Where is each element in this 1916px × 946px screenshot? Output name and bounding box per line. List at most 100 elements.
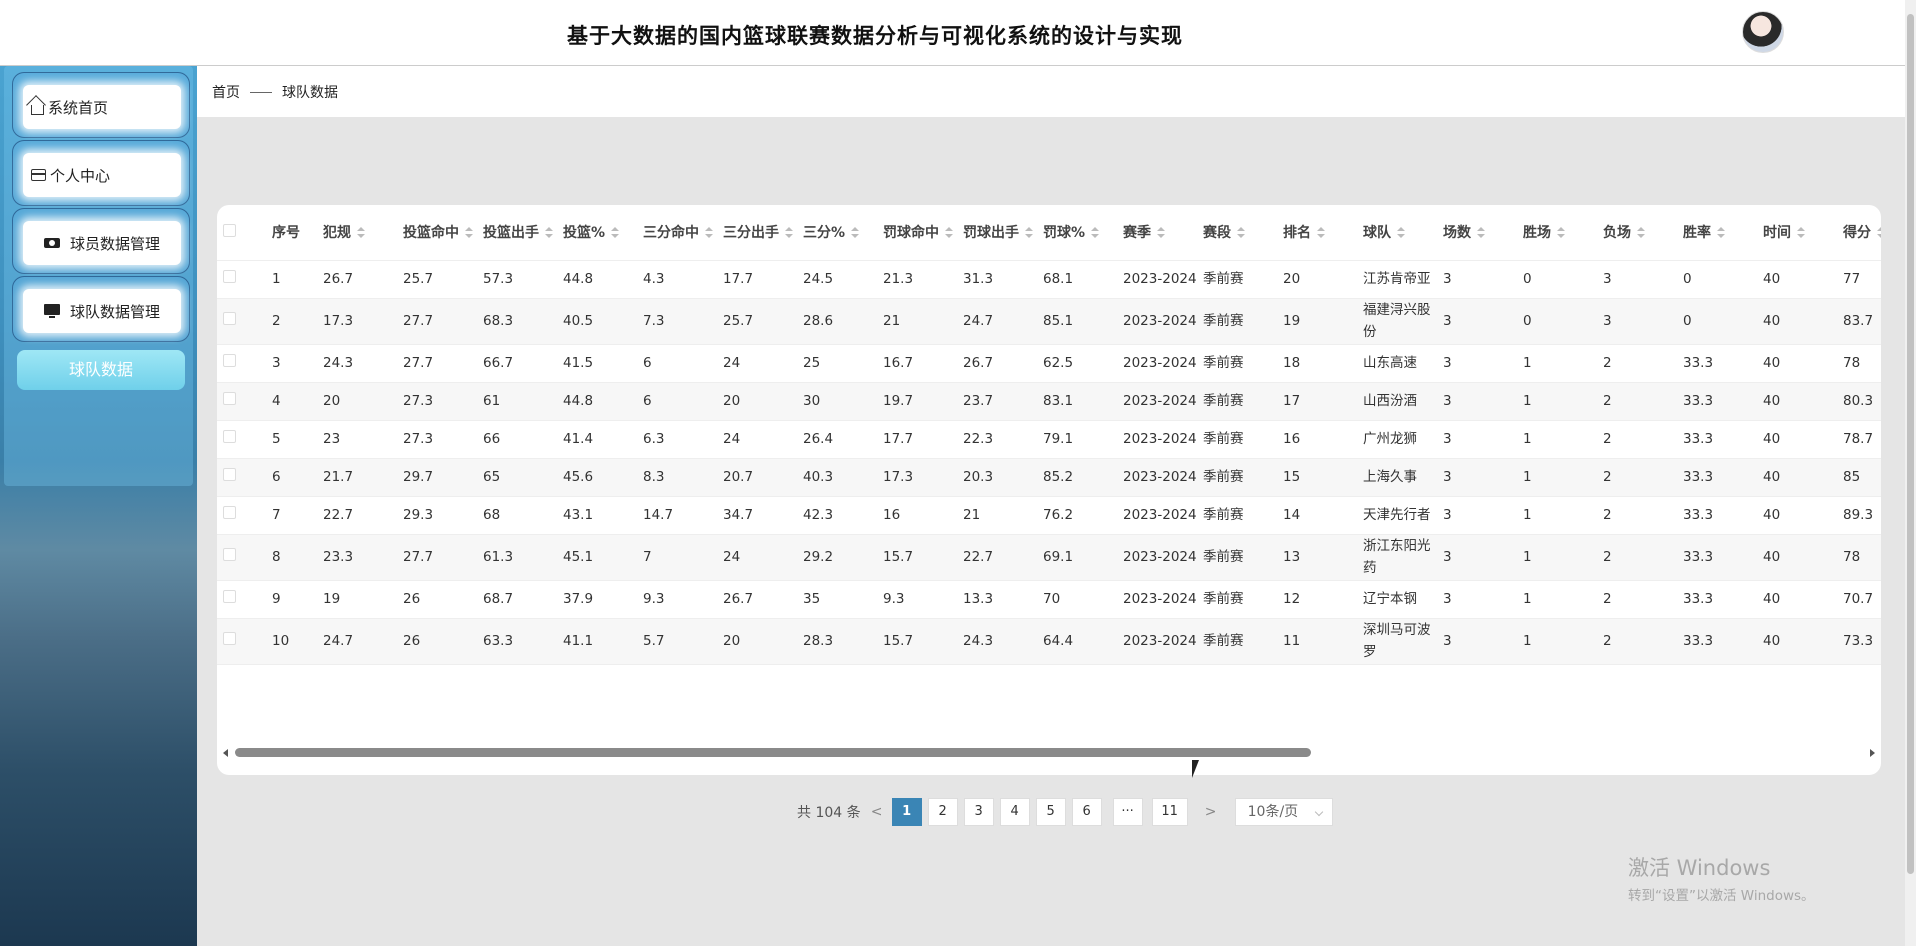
vertical-scrollbar[interactable] xyxy=(1905,0,1916,946)
column-header[interactable]: 罚球出手 xyxy=(963,205,1043,261)
page-button[interactable]: 1 xyxy=(891,798,922,826)
column-header[interactable]: 场数 xyxy=(1443,205,1523,261)
sort-icon[interactable] xyxy=(1317,227,1325,239)
row-checkbox[interactable] xyxy=(223,590,236,603)
sort-icon[interactable] xyxy=(357,227,365,239)
sort-icon[interactable] xyxy=(1717,227,1725,239)
column-header[interactable]: 得分 xyxy=(1843,205,1881,261)
table-row[interactable]: 4 20 27.3 61 44.8 6 20 30 19.7 23.7 83.1 2023-2024 季… xyxy=(217,382,1881,421)
table-row[interactable]: 9 19 26 68.7 37.9 9.3 26.7 35 9.3 13.3 70 2023-2024… xyxy=(217,580,1881,619)
table-row[interactable]: 2 17.3 27.7 68.3 40.5 7.3 25.7 28.6 21 24.7 85.1 20… xyxy=(217,298,1881,345)
column-header[interactable]: 球队 xyxy=(1363,205,1443,261)
sort-icon[interactable] xyxy=(1397,227,1405,239)
table-cell: 季前赛 xyxy=(1203,618,1283,665)
column-header[interactable]: 赛段 xyxy=(1203,205,1283,261)
breadcrumb: 首页 球队数据 xyxy=(197,67,1905,117)
table-cell: 13.3 xyxy=(963,580,1043,619)
next-page-button[interactable]: > xyxy=(1199,804,1223,820)
vertical-scroll-thumb[interactable] xyxy=(1907,14,1914,874)
sort-icon[interactable] xyxy=(465,227,473,239)
column-header[interactable]: 排名 xyxy=(1283,205,1363,261)
sort-icon[interactable] xyxy=(1557,227,1565,239)
column-header[interactable]: 时间 xyxy=(1763,205,1843,261)
sort-icon[interactable] xyxy=(611,227,620,239)
table-cell: 28.6 xyxy=(803,298,883,345)
row-checkbox[interactable] xyxy=(223,430,236,443)
row-checkbox[interactable] xyxy=(223,468,236,481)
sort-icon[interactable] xyxy=(1237,227,1245,239)
scroll-right-icon[interactable] xyxy=(1870,749,1875,757)
select-all-checkbox[interactable] xyxy=(223,223,236,237)
table-cell: 15.7 xyxy=(883,618,963,665)
table-cell: 83.7 xyxy=(1843,298,1881,345)
column-header[interactable]: 三分出手 xyxy=(723,205,803,261)
horizontal-scroll-thumb[interactable] xyxy=(235,748,1311,757)
table-row[interactable]: 10 24.7 26 63.3 41.1 5.7 20 28.3 15.7 24.3 64.4 202… xyxy=(217,618,1881,665)
table-cell: 35 xyxy=(803,580,883,619)
row-checkbox[interactable] xyxy=(223,270,236,283)
column-header-label: 排名 xyxy=(1283,225,1311,242)
scroll-left-icon[interactable] xyxy=(223,749,228,757)
sort-icon[interactable] xyxy=(785,227,793,239)
table-row[interactable]: 3 24.3 27.7 66.7 41.5 6 24 25 16.7 26.7 62.5 2023-2… xyxy=(217,344,1881,383)
sidebar-item-profile[interactable]: 个人中心 xyxy=(12,140,190,206)
row-checkbox-cell xyxy=(217,534,272,581)
column-header[interactable]: 三分% xyxy=(803,205,883,261)
sort-icon[interactable] xyxy=(705,227,713,239)
table-cell: 季前赛 xyxy=(1203,298,1283,345)
sidebar-subitem-team-stats[interactable]: 球队数据 xyxy=(17,350,185,390)
column-header[interactable]: 投篮命中 xyxy=(403,205,483,261)
sort-icon[interactable] xyxy=(545,227,553,239)
prev-page-button[interactable]: < xyxy=(865,804,889,820)
page-button[interactable]: 11 xyxy=(1151,798,1188,826)
table-cell: 1 xyxy=(1523,420,1603,459)
row-checkbox[interactable] xyxy=(223,312,236,325)
horizontal-scrollbar[interactable] xyxy=(217,745,1881,761)
table-row[interactable]: 8 23.3 27.7 61.3 45.1 7 24 29.2 15.7 22.7 69.1 2023… xyxy=(217,534,1881,581)
column-header[interactable]: 投篮% xyxy=(563,205,643,261)
sort-icon[interactable] xyxy=(945,227,953,239)
sidebar-item-team-data[interactable]: 球队数据管理 xyxy=(12,276,190,342)
column-header[interactable]: 罚球% xyxy=(1043,205,1123,261)
row-checkbox[interactable] xyxy=(223,354,236,367)
table-row[interactable]: 1 26.7 25.7 57.3 44.8 4.3 17.7 24.5 21.3 31.3 68.1… xyxy=(217,260,1881,299)
sort-icon[interactable] xyxy=(1157,227,1165,239)
row-checkbox[interactable] xyxy=(223,632,236,645)
table-cell: 78 xyxy=(1843,344,1881,383)
sort-icon[interactable] xyxy=(1477,227,1485,239)
user-avatar[interactable] xyxy=(1742,11,1784,53)
column-header[interactable]: 负场 xyxy=(1603,205,1683,261)
sort-icon[interactable] xyxy=(1877,227,1881,239)
sort-icon[interactable] xyxy=(1637,227,1645,239)
column-header[interactable]: 犯规 xyxy=(323,205,403,261)
column-header[interactable]: 投篮出手 xyxy=(483,205,563,261)
page-button[interactable]: 6 xyxy=(1071,798,1102,826)
page-button[interactable]: 4 xyxy=(999,798,1030,826)
column-header[interactable]: 罚球命中 xyxy=(883,205,963,261)
table-row[interactable]: 7 22.7 29.3 68 43.1 14.7 34.7 42.3 16 21 76.2 2023-… xyxy=(217,496,1881,535)
column-header[interactable]: 序号 xyxy=(272,205,323,261)
column-header[interactable]: 胜率 xyxy=(1683,205,1763,261)
breadcrumb-home[interactable]: 首页 xyxy=(212,82,240,102)
column-header[interactable]: 赛季 xyxy=(1123,205,1203,261)
sidebar-item-label: 球队数据管理 xyxy=(69,302,160,321)
page-size-select[interactable]: 10条/页 xyxy=(1234,798,1333,826)
column-header-label: 三分命中 xyxy=(643,225,699,242)
column-header[interactable]: 三分命中 xyxy=(643,205,723,261)
sort-icon[interactable] xyxy=(1797,227,1805,239)
column-header[interactable]: 胜场 xyxy=(1523,205,1603,261)
sort-icon[interactable] xyxy=(851,227,860,239)
page-button[interactable]: 3 xyxy=(963,798,994,826)
sidebar-item-home[interactable]: 系统首页 xyxy=(12,72,190,138)
sort-icon[interactable] xyxy=(1025,227,1033,239)
page-button[interactable]: 5 xyxy=(1035,798,1066,826)
table-row[interactable]: 5 23 27.3 66 41.4 6.3 24 26.4 17.7 22.3 79.1 2023-2… xyxy=(217,420,1881,459)
page-ellipsis-button[interactable]: ··· xyxy=(1112,798,1143,826)
table-row[interactable]: 6 21.7 29.7 65 45.6 8.3 20.7 40.3 17.3 20.3 85.2 20… xyxy=(217,458,1881,497)
page-button[interactable]: 2 xyxy=(927,798,958,826)
row-checkbox[interactable] xyxy=(223,506,236,519)
sidebar-item-player-data[interactable]: 球员数据管理 xyxy=(12,208,190,274)
row-checkbox[interactable] xyxy=(223,392,236,405)
row-checkbox[interactable] xyxy=(223,548,236,561)
sort-icon[interactable] xyxy=(1091,227,1100,239)
